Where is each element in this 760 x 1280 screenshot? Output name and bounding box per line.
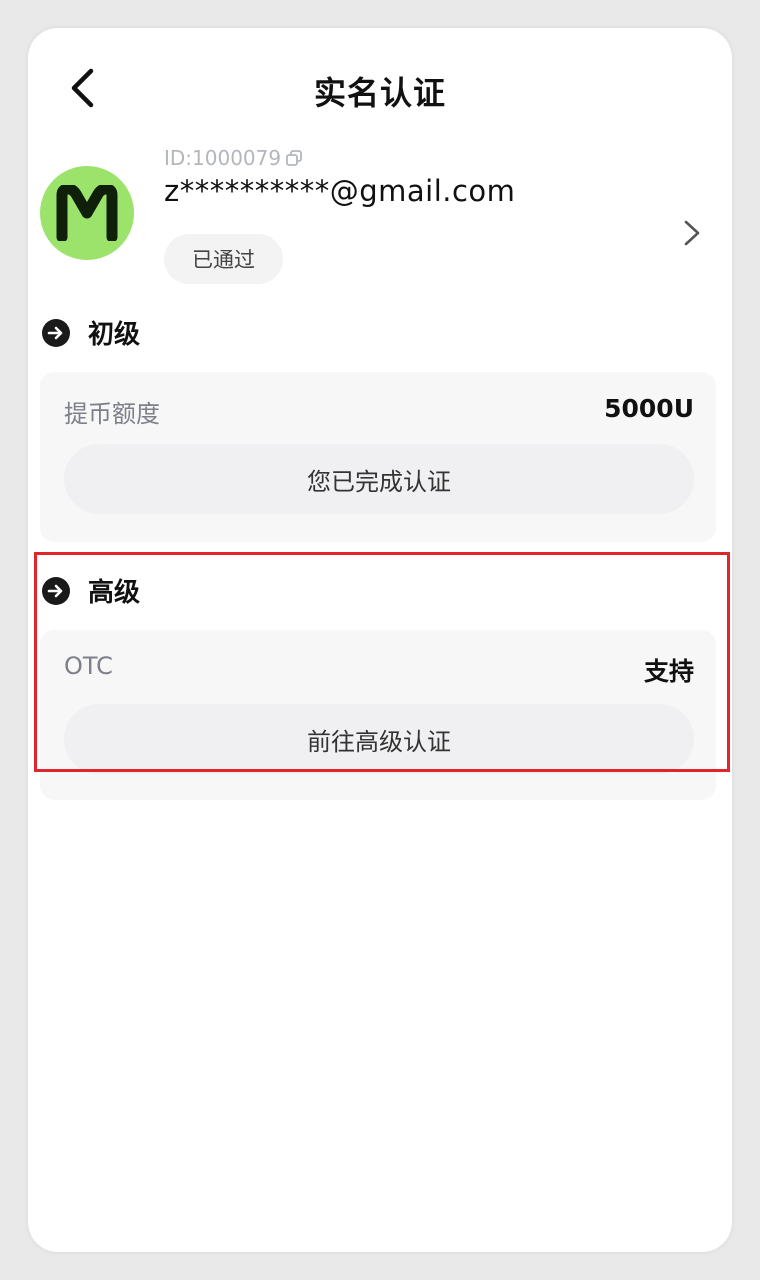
user-email: z**********@gmail.com [164,174,516,208]
section-basic-title: 初级 [42,314,140,351]
avatar-logo-icon [56,185,118,241]
chevron-right-icon[interactable] [680,216,704,250]
avatar [40,166,134,260]
section-advanced-title: 高级 [42,572,140,609]
section-advanced-label: 高级 [88,578,141,608]
phone-screen: 实名认证 ID:1000079 z**********@gmail.com 已通… [28,28,732,1252]
nav-header: 实名认证 [28,28,732,146]
arrow-circle-icon [42,576,70,605]
advanced-verify-button[interactable]: 前往高级认证 [64,704,694,774]
user-id: ID:1000079 [164,146,303,170]
otc-value: 支持 [643,657,694,686]
status-badge: 已通过 [164,234,283,284]
user-id-text: ID:1000079 [164,146,282,170]
otc-label: OTC [64,652,113,680]
advanced-card: OTC 支持 前往高级认证 [40,630,716,800]
profile-row[interactable]: ID:1000079 z**********@gmail.com 已通过 [28,146,732,296]
copy-icon[interactable] [285,149,303,167]
section-basic-label: 初级 [88,320,141,350]
page-title: 实名认证 [313,74,446,112]
withdraw-limit-value: 5000U [604,394,694,423]
withdraw-limit-label: 提币额度 [64,400,160,428]
arrow-circle-icon [42,318,70,347]
basic-verified-button[interactable]: 您已完成认证 [64,444,694,514]
basic-card: 提币额度 5000U 您已完成认证 [40,372,716,542]
